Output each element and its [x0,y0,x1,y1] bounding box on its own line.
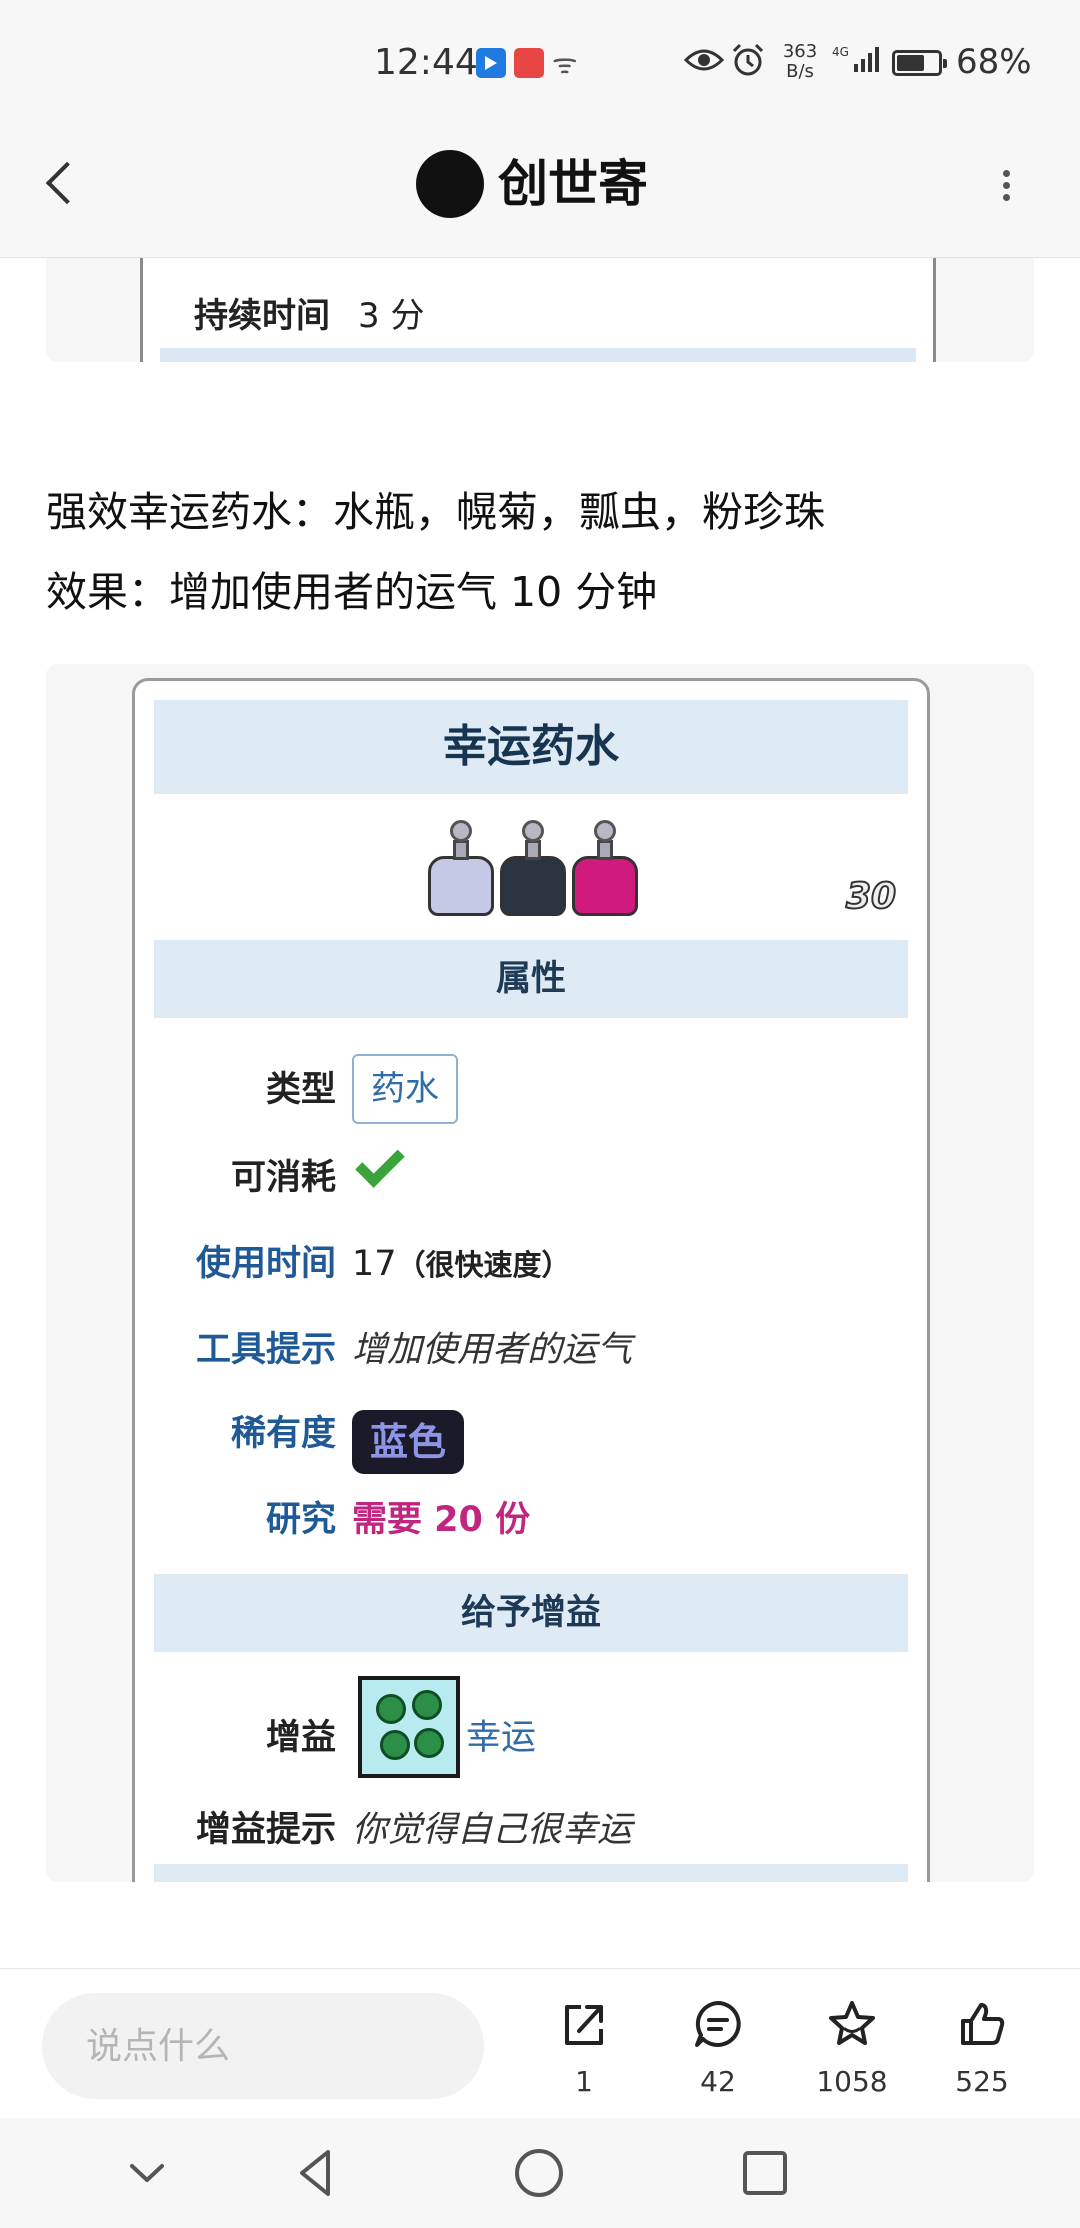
back-button[interactable] [36,154,86,214]
network-type: 4G [832,45,849,59]
duration-value: 3 分 [358,296,425,336]
previous-image[interactable]: 持续时间 3 分 [46,258,1034,362]
clover-icon [358,1676,460,1778]
battery-percent: 68% [956,42,1032,82]
consumable-label: 可消耗 [230,1158,336,1198]
system-nav-bar [0,2118,1080,2228]
net-speed: 363 B/s [782,41,818,82]
use-time-value: 17（很快速度） [352,1244,571,1284]
comment-button[interactable]: 42 [668,1999,768,2099]
rarity-value: 蓝色 [352,1410,464,1474]
signal-icon: 4G [832,45,879,72]
like-button[interactable]: 525 [932,1999,1032,2099]
nav-home-icon[interactable] [504,2140,574,2206]
type-tag: 药水 [352,1054,458,1124]
use-time-label: 使用时间 [195,1244,336,1284]
thumbs-up-icon [961,2003,1005,2045]
favorite-count: 1058 [816,2065,888,2098]
comment-input[interactable] [42,1993,484,2099]
section-buff: 给予增益 [154,1574,908,1652]
recipe-line: 强效幸运药水：水瓶，幌菊，瓢虫，粉珍珠 [46,488,825,536]
notification-app-icon [476,48,506,78]
tooltip-label: 工具提示 [195,1330,336,1370]
share-button[interactable]: 1 [534,1999,634,2099]
hotspot-icon: ᯤ [552,47,578,80]
potion-icon [498,820,568,920]
eye-icon [684,49,724,71]
tooltip-value: 增加使用者的运气 [352,1330,633,1370]
more-button[interactable] [986,154,1026,214]
duration-label: 持续时间 [194,296,330,336]
comment-count: 42 [700,2065,736,2098]
buff-link: 幸运 [466,1718,537,1758]
type-label: 类型 [265,1070,336,1110]
potion-icon [570,820,640,920]
alarm-icon [732,43,764,76]
nav-recents-icon[interactable] [730,2140,800,2206]
star-icon [829,2001,875,2045]
status-bar: 12:44 ᯤ 363 B/s 4G 68% [0,0,1080,110]
chevron-down-icon[interactable] [112,2140,182,2206]
potion-icon [426,820,496,920]
section-properties: 属性 [154,940,908,1018]
more-vertical-icon [1003,170,1010,201]
rarity-label: 稀有度 [230,1414,336,1454]
action-bar: 1 42 1058 525 [0,1968,1080,2118]
stack-count: 30 [845,875,897,918]
comment-icon [695,2001,741,2047]
buff-tip-value: 你觉得自己很幸运 [352,1810,633,1850]
research-value: 需要 20 份 [352,1500,531,1540]
nav-back-icon[interactable] [280,2140,350,2206]
buff-label: 增益 [265,1718,336,1758]
share-count: 1 [575,2065,593,2098]
notification-mail-icon [514,48,544,78]
effect-line: 效果：增加使用者的运气 10 分钟 [46,568,658,616]
buff-tip-label: 增益提示 [195,1810,336,1850]
like-count: 525 [955,2065,1009,2098]
potion-infobox-image[interactable]: 幸运药水 30 属性 类型 药水 可消耗 使用时间 17（很快速度） 工具提示 … [46,664,1034,1882]
top-bar: 创世寄 [0,110,1080,258]
battery-icon [892,50,947,76]
status-time: 12:44 [374,42,478,83]
page-title[interactable]: 创世寄 [498,150,648,218]
research-label: 研究 [265,1500,336,1540]
share-icon [565,2005,603,2045]
favorite-button[interactable]: 1058 [802,1999,902,2099]
avatar[interactable] [416,150,484,218]
infobox-title: 幸运药水 [154,700,908,794]
